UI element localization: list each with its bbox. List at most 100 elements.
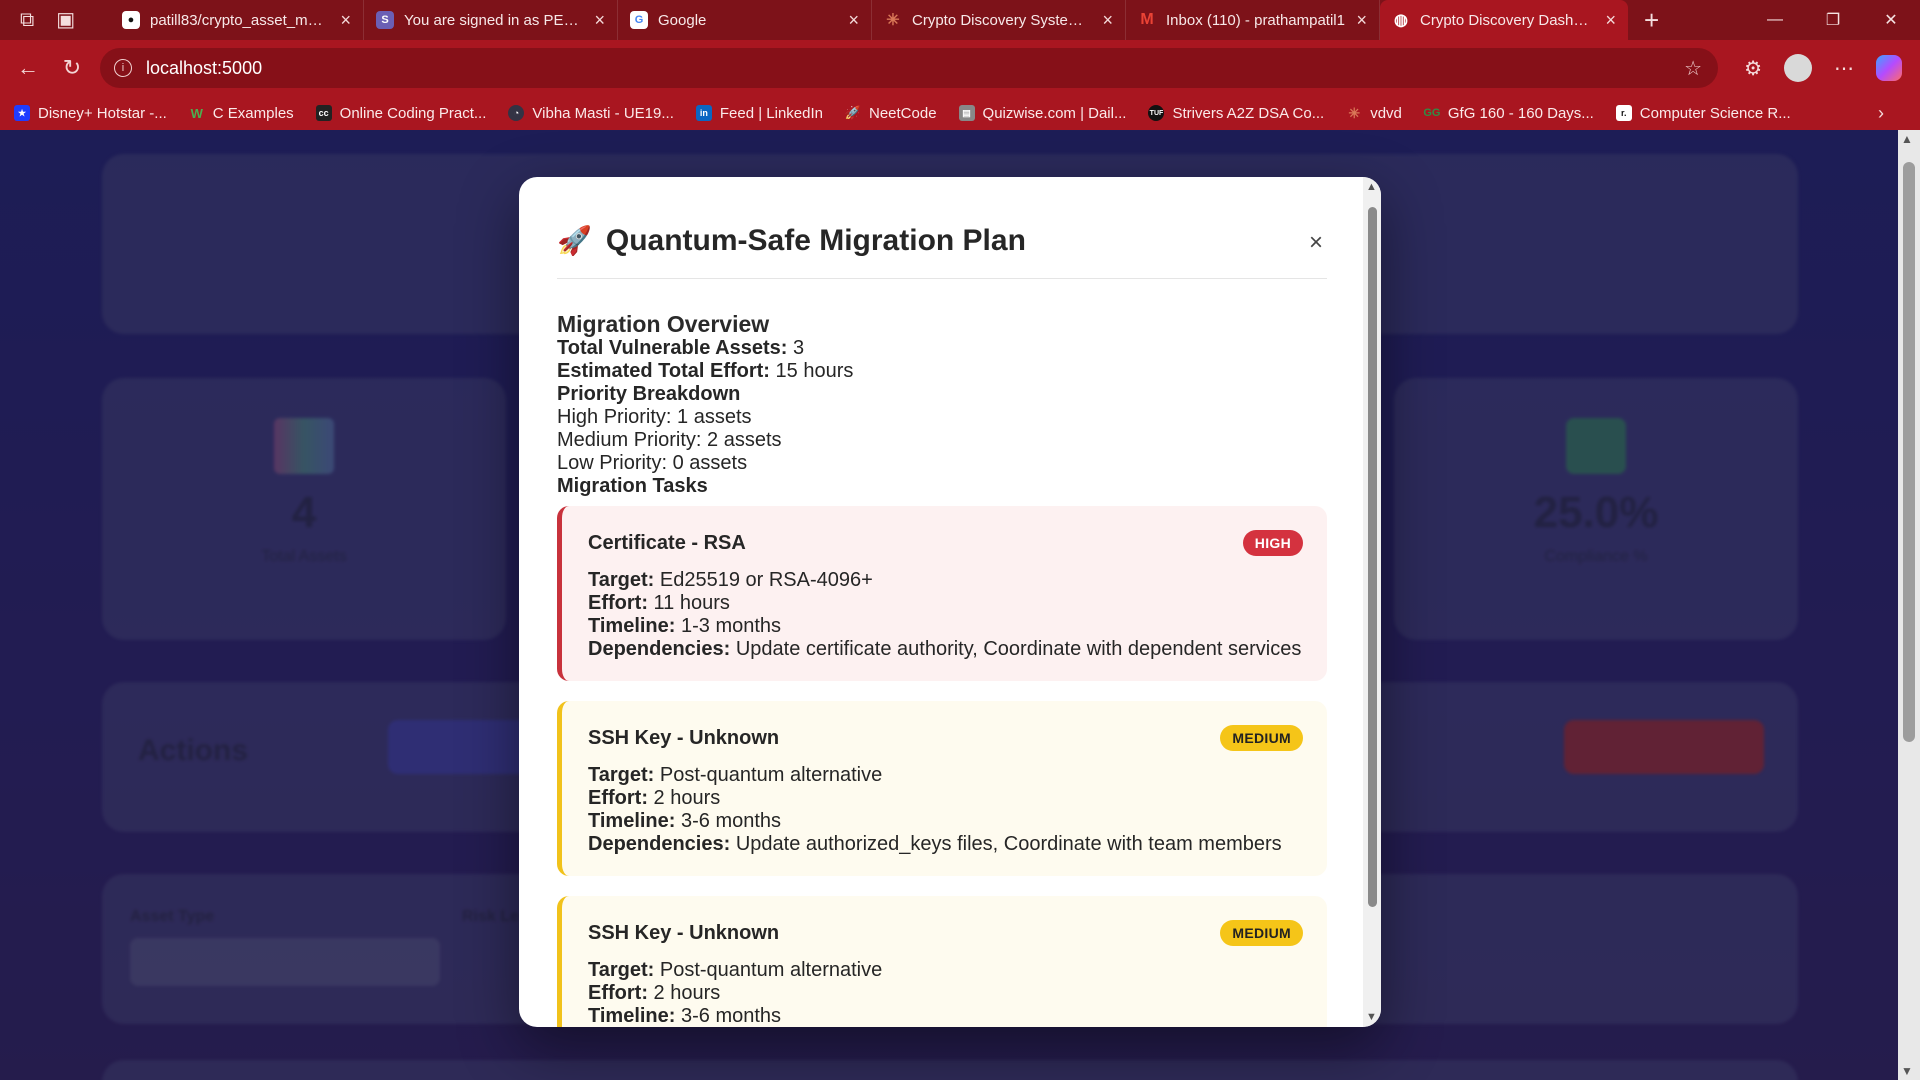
scrollbar-thumb[interactable] <box>1903 162 1915 742</box>
label: Target: <box>588 569 655 591</box>
high-priority-count: High Priority: 1 assets <box>557 406 752 428</box>
extensions-icon[interactable]: ⚙ <box>1744 56 1762 81</box>
bookmark-vibha[interactable]: ◔ Vibha Masti - UE19... <box>508 104 674 122</box>
value: 15 hours <box>775 360 854 382</box>
linkedin-icon: in <box>695 105 712 121</box>
modal-header: 🚀 Quantum-Safe Migration Plan × <box>557 219 1327 279</box>
close-tab-icon[interactable]: × <box>340 10 351 31</box>
restore-icon[interactable]: ❐ <box>1804 0 1862 40</box>
close-tab-icon[interactable]: × <box>1102 10 1113 31</box>
label: Estimated Total Effort: <box>557 360 770 382</box>
workspaces-icon[interactable]: ⧉ <box>20 10 34 30</box>
back-icon[interactable]: ← <box>6 46 50 90</box>
label: Effort: <box>588 787 648 809</box>
task-card: SSH Key - Unknown MEDIUM Target: Post-qu… <box>557 701 1327 876</box>
bookmark-c-examples[interactable]: W C Examples <box>189 105 294 122</box>
modal-title: Quantum-Safe Migration Plan <box>605 223 1026 257</box>
tab-crypto-dashboard[interactable]: ◍ Crypto Discovery Dashboar × <box>1380 0 1628 40</box>
scrollbar-thumb[interactable] <box>1368 207 1377 907</box>
value: 2 hours <box>653 787 721 809</box>
priority-heading: Priority Breakdown <box>557 383 741 405</box>
value: Ed25519 or RSA-4096+ <box>659 569 873 591</box>
modal-scrollbar[interactable]: ▲ ▼ <box>1363 177 1381 1027</box>
more-menu-icon[interactable]: ⋯ <box>1834 56 1854 81</box>
bookmark-coding-practice[interactable]: cc Online Coding Pract... <box>315 104 487 122</box>
migration-plan-modal: 🚀 Quantum-Safe Migration Plan × Migratio… <box>519 177 1381 1027</box>
bookmark-cs-resources[interactable]: r. Computer Science R... <box>1615 105 1791 122</box>
close-tab-icon[interactable]: × <box>1356 10 1367 31</box>
close-icon[interactable]: × <box>1309 229 1323 257</box>
tab-crypto-system[interactable]: ✳ Crypto Discovery System D × <box>872 0 1126 40</box>
bookmark-hotstar[interactable]: ★ Disney+ Hotstar -... <box>14 105 167 122</box>
bookmark-label: Online Coding Pract... <box>339 104 487 122</box>
gfg-icon: GG <box>1423 107 1441 119</box>
bookmark-gfg[interactable]: GG GfG 160 - 160 Days... <box>1423 104 1594 122</box>
gmail-icon: M <box>1140 11 1154 28</box>
bookmark-label: Vibha Masti - UE19... <box>532 104 674 122</box>
globe-icon: ◍ <box>1394 12 1408 29</box>
page-scrollbar[interactable]: ▲ ▼ <box>1898 130 1920 1080</box>
claude-icon: ✳ <box>886 12 900 29</box>
scroll-up-icon[interactable]: ▲ <box>1901 132 1913 146</box>
tab-signed-in[interactable]: S You are signed in as PES1U × <box>364 0 618 40</box>
label: Target: <box>588 764 655 786</box>
bookmark-label: vdvd <box>1370 104 1402 122</box>
scroll-down-icon[interactable]: ▼ <box>1901 1064 1913 1078</box>
neetcode-icon: 🚀 <box>844 105 862 120</box>
claude-icon: ✳ <box>1348 104 1361 121</box>
task-timeline: Timeline: 3-6 months <box>588 810 1303 833</box>
bookmark-label: GfG 160 - 160 Days... <box>1447 104 1594 122</box>
bookmark-vdvd[interactable]: ✳ vdvd <box>1346 105 1402 122</box>
scroll-down-icon[interactable]: ▼ <box>1366 1011 1377 1023</box>
task-timeline: Timeline: 3-6 months <box>588 1005 1303 1027</box>
scroll-up-icon[interactable]: ▲ <box>1366 181 1377 193</box>
new-tab-icon[interactable]: + <box>1628 5 1675 36</box>
refresh-icon[interactable]: ↻ <box>50 46 94 90</box>
priority-badge: HIGH <box>1242 530 1303 556</box>
close-window-icon[interactable]: ✕ <box>1862 0 1920 40</box>
task-effort: Effort: 2 hours <box>588 982 1303 1005</box>
tab-title: You are signed in as PES1U <box>404 11 585 29</box>
task-target: Target: Post-quantum alternative <box>588 764 1303 787</box>
bookmark-label: NeetCode <box>869 104 937 122</box>
bookmarks-bar: ★ Disney+ Hotstar -... W C Examples cc Onli… <box>0 96 1920 130</box>
hotstar-icon: ★ <box>14 105 30 121</box>
tab-github[interactable]: ● patill83/crypto_asset_mana × <box>110 0 364 40</box>
s-site-icon: S <box>376 11 394 29</box>
toolbar-right: ⚙ ⋯ <box>1744 40 1920 96</box>
site-info-icon[interactable]: i <box>114 59 132 77</box>
task-card: Certificate - RSA HIGH Target: Ed25519 o… <box>557 506 1327 681</box>
url-input[interactable]: i localhost:5000 ☆ <box>100 48 1718 88</box>
bookmark-neetcode[interactable]: 🚀 NeetCode <box>845 105 937 122</box>
copilot-icon[interactable] <box>1876 55 1902 81</box>
value: Update certificate authority, Coordinate… <box>735 638 1302 660</box>
github-icon: ● <box>122 11 140 29</box>
close-tab-icon[interactable]: × <box>594 10 605 31</box>
tab-google[interactable]: G Google × <box>618 0 872 40</box>
address-bar-row: ← ↻ i localhost:5000 ☆ ⚙ ⋯ <box>0 40 1920 96</box>
tab-title: Inbox (110) - prathampatil1 <box>1166 11 1345 29</box>
label: Timeline: <box>588 810 676 832</box>
favorite-star-icon[interactable]: ☆ <box>1684 56 1702 81</box>
value: Post-quantum alternative <box>659 764 883 786</box>
chevron-right-icon[interactable]: › <box>1878 103 1884 124</box>
bookmark-quizwise[interactable]: ▤ Quizwise.com | Dail... <box>958 105 1126 122</box>
bookmark-linkedin[interactable]: in Feed | LinkedIn <box>695 105 823 122</box>
value: Post-quantum alternative <box>659 959 883 981</box>
tab-gmail[interactable]: M Inbox (110) - prathampatil1 × <box>1126 0 1380 40</box>
cc-icon: cc <box>315 105 332 121</box>
medium-priority-count: Medium Priority: 2 assets <box>557 429 782 451</box>
bookmark-strivers[interactable]: TUF Strivers A2Z DSA Co... <box>1148 105 1324 122</box>
close-tab-icon[interactable]: × <box>1605 10 1616 31</box>
r-icon: r. <box>1615 105 1632 121</box>
minimize-icon[interactable]: — <box>1746 0 1804 40</box>
label: Total Vulnerable Assets: <box>557 337 788 359</box>
avatar-icon: ◔ <box>508 105 525 121</box>
close-tab-icon[interactable]: × <box>848 10 859 31</box>
profile-avatar[interactable] <box>1784 54 1812 82</box>
task-effort: Effort: 11 hours <box>588 592 1303 615</box>
low-priority-count: Low Priority: 0 assets <box>557 452 748 474</box>
task-timeline: Timeline: 1-3 months <box>588 615 1303 638</box>
vertical-tabs-icon[interactable]: ▣ <box>56 10 75 30</box>
value: 3-6 months <box>681 1005 782 1027</box>
